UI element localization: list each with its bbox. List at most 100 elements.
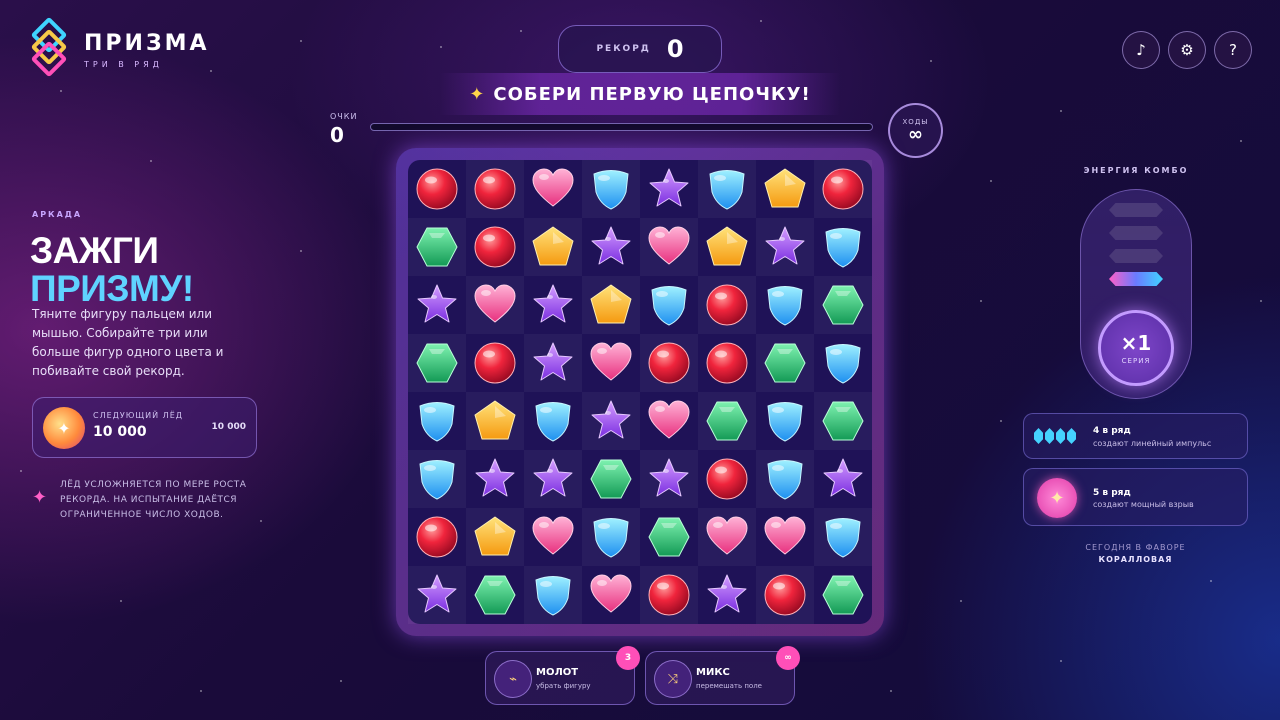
board-cell[interactable] xyxy=(640,508,698,566)
yellow-gem-icon[interactable] xyxy=(762,166,808,212)
blue-gem-icon[interactable] xyxy=(762,398,808,444)
board-cell[interactable] xyxy=(698,508,756,566)
purple-gem-icon[interactable] xyxy=(646,166,692,212)
board-cell[interactable] xyxy=(756,160,814,218)
board-cell[interactable] xyxy=(524,160,582,218)
board-cell[interactable] xyxy=(582,566,640,624)
board-cell[interactable] xyxy=(408,160,466,218)
board-cell[interactable] xyxy=(756,392,814,450)
board-cell[interactable] xyxy=(698,218,756,276)
help-button[interactable]: ? xyxy=(1214,31,1252,69)
board-cell[interactable] xyxy=(640,566,698,624)
red-gem-icon[interactable] xyxy=(646,572,692,618)
purple-gem-icon[interactable] xyxy=(530,282,576,328)
board-cell[interactable] xyxy=(466,334,524,392)
board-cell[interactable] xyxy=(814,392,872,450)
board-cell[interactable] xyxy=(582,334,640,392)
blue-gem-icon[interactable] xyxy=(588,514,634,560)
green-gem-icon[interactable] xyxy=(820,398,866,444)
red-gem-icon[interactable] xyxy=(704,340,750,386)
purple-gem-icon[interactable] xyxy=(414,282,460,328)
board-cell[interactable] xyxy=(640,276,698,334)
green-gem-icon[interactable] xyxy=(472,572,518,618)
board-cell[interactable] xyxy=(698,334,756,392)
board-cell[interactable] xyxy=(640,334,698,392)
board-cell[interactable] xyxy=(582,450,640,508)
blue-gem-icon[interactable] xyxy=(414,456,460,502)
red-gem-icon[interactable] xyxy=(472,224,518,270)
green-gem-icon[interactable] xyxy=(414,224,460,270)
board-cell[interactable] xyxy=(524,392,582,450)
yellow-gem-icon[interactable] xyxy=(472,514,518,560)
blue-gem-icon[interactable] xyxy=(762,282,808,328)
purple-gem-icon[interactable] xyxy=(530,340,576,386)
board-cell[interactable] xyxy=(408,392,466,450)
purple-gem-icon[interactable] xyxy=(472,456,518,502)
music-button[interactable]: ♪ xyxy=(1122,31,1160,69)
board-cell[interactable] xyxy=(756,566,814,624)
hammer-booster-button[interactable]: ⌁ МОЛОТ убрать фигуру 3 xyxy=(485,646,640,705)
board-cell[interactable] xyxy=(582,276,640,334)
board-cell[interactable] xyxy=(466,392,524,450)
yellow-gem-icon[interactable] xyxy=(704,224,750,270)
yellow-gem-icon[interactable] xyxy=(472,398,518,444)
board-cell[interactable] xyxy=(408,334,466,392)
board-cell[interactable] xyxy=(524,450,582,508)
blue-gem-icon[interactable] xyxy=(646,282,692,328)
red-gem-icon[interactable] xyxy=(414,514,460,560)
board-cell[interactable] xyxy=(756,218,814,276)
pink-gem-icon[interactable] xyxy=(472,282,518,328)
board-cell[interactable] xyxy=(814,450,872,508)
green-gem-icon[interactable] xyxy=(762,340,808,386)
purple-gem-icon[interactable] xyxy=(530,456,576,502)
board-cell[interactable] xyxy=(524,566,582,624)
board-cell[interactable] xyxy=(698,450,756,508)
board-cell[interactable] xyxy=(698,276,756,334)
blue-gem-icon[interactable] xyxy=(530,398,576,444)
board-cell[interactable] xyxy=(814,160,872,218)
blue-gem-icon[interactable] xyxy=(588,166,634,212)
board-cell[interactable] xyxy=(814,508,872,566)
board-cell[interactable] xyxy=(756,334,814,392)
board-cell[interactable] xyxy=(524,218,582,276)
board-cell[interactable] xyxy=(524,276,582,334)
board-cell[interactable] xyxy=(466,566,524,624)
purple-gem-icon[interactable] xyxy=(588,224,634,270)
red-gem-icon[interactable] xyxy=(414,166,460,212)
board-cell[interactable] xyxy=(524,508,582,566)
green-gem-icon[interactable] xyxy=(820,282,866,328)
purple-gem-icon[interactable] xyxy=(820,456,866,502)
board-cell[interactable] xyxy=(756,276,814,334)
board-cell[interactable] xyxy=(466,218,524,276)
green-gem-icon[interactable] xyxy=(820,572,866,618)
red-gem-icon[interactable] xyxy=(704,456,750,502)
board-cell[interactable] xyxy=(466,276,524,334)
green-gem-icon[interactable] xyxy=(646,514,692,560)
red-gem-icon[interactable] xyxy=(472,340,518,386)
board-cell[interactable] xyxy=(408,508,466,566)
board-cell[interactable] xyxy=(524,334,582,392)
red-gem-icon[interactable] xyxy=(472,166,518,212)
purple-gem-icon[interactable] xyxy=(646,456,692,502)
board-cell[interactable] xyxy=(582,160,640,218)
green-gem-icon[interactable] xyxy=(414,340,460,386)
board-cell[interactable] xyxy=(814,276,872,334)
game-board[interactable] xyxy=(408,160,872,624)
board-cell[interactable] xyxy=(408,218,466,276)
purple-gem-icon[interactable] xyxy=(704,572,750,618)
board-cell[interactable] xyxy=(698,160,756,218)
purple-gem-icon[interactable] xyxy=(588,398,634,444)
purple-gem-icon[interactable] xyxy=(414,572,460,618)
board-cell[interactable] xyxy=(640,392,698,450)
blue-gem-icon[interactable] xyxy=(762,456,808,502)
board-cell[interactable] xyxy=(814,218,872,276)
board-cell[interactable] xyxy=(466,450,524,508)
board-cell[interactable] xyxy=(466,508,524,566)
pink-gem-icon[interactable] xyxy=(762,514,808,560)
pink-gem-icon[interactable] xyxy=(646,224,692,270)
board-cell[interactable] xyxy=(466,160,524,218)
blue-gem-icon[interactable] xyxy=(820,514,866,560)
board-cell[interactable] xyxy=(408,276,466,334)
board-cell[interactable] xyxy=(582,508,640,566)
board-cell[interactable] xyxy=(756,450,814,508)
